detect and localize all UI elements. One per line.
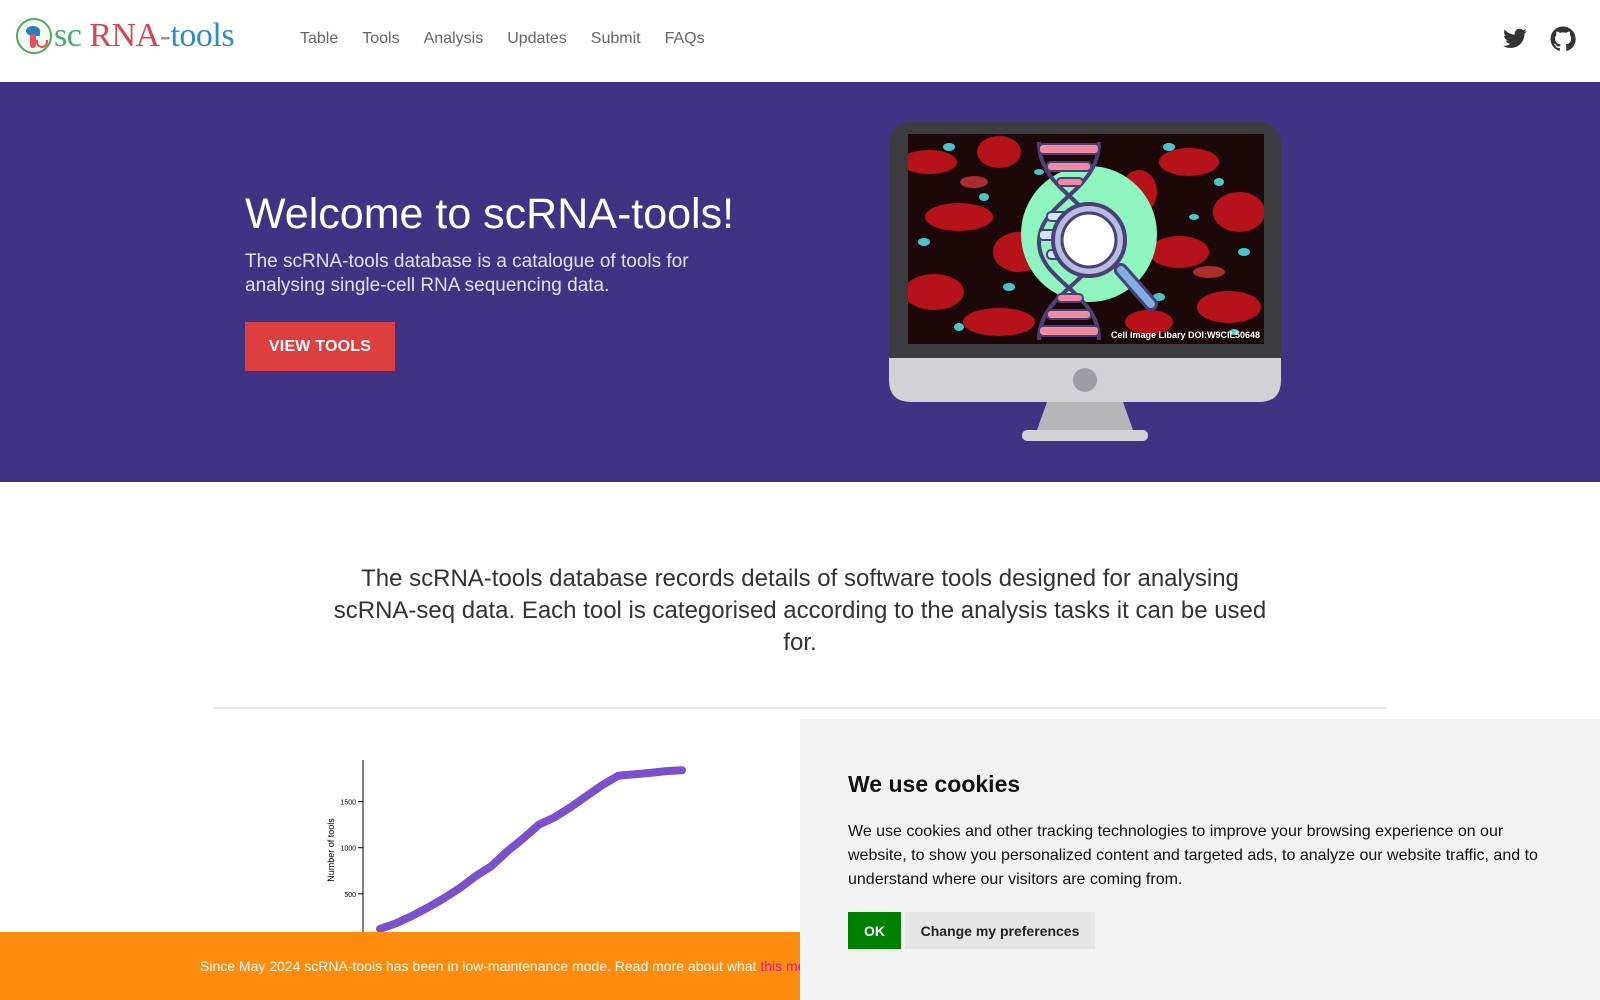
view-tools-button[interactable]: VIEW TOOLS (245, 322, 395, 371)
brand-name: sc RNA-tools (54, 17, 235, 54)
github-icon[interactable] (1550, 26, 1576, 52)
monitor-illustration: Cell Image Libary DOI:W9CIL50648 (889, 122, 1281, 441)
cookie-consent-panel: We use cookies We use cookies and other … (800, 719, 1600, 1000)
y-tick-label-1000: 1000 (340, 846, 356, 853)
nav-item-updates[interactable]: Updates (507, 30, 567, 48)
y-tick-label-500: 500 (344, 892, 356, 899)
twitter-icon[interactable] (1502, 26, 1528, 52)
cookie-title: We use cookies (848, 771, 1021, 797)
banner-link[interactable]: this me (760, 958, 805, 974)
nav-item-tools[interactable]: Tools (362, 30, 399, 48)
navbar: sc RNA-tools Table Tools Analysis Update… (0, 0, 1600, 82)
banner-message: Since May 2024 scRNA-tools has been in l… (200, 958, 761, 974)
scrna-logo-icon (16, 18, 52, 54)
nav-item-analysis[interactable]: Analysis (424, 30, 484, 48)
brand-dash: - (159, 17, 171, 54)
hero-section: Welcome to scRNA-tools! The scRNA-tools … (0, 82, 1600, 482)
nav-item-submit[interactable]: Submit (591, 30, 641, 48)
brand-tools: tools (170, 17, 235, 54)
social-links (1502, 26, 1576, 52)
section-divider (214, 707, 1386, 709)
intro-text: The scRNA-tools database records details… (333, 565, 1267, 656)
nav-menu: Table Tools Analysis Updates Submit FAQs (288, 30, 717, 48)
banner-text: Since May 2024 scRNA-tools has been in l… (200, 958, 805, 974)
cookie-preferences-button[interactable]: Change my preferences (905, 912, 1095, 949)
series-line (376, 766, 686, 933)
nav-item-faqs[interactable]: FAQs (665, 30, 705, 48)
brand-rna: RNA (81, 17, 160, 54)
y-tick-label-1500: 1500 (340, 800, 356, 807)
brand-logo-link[interactable]: sc RNA-tools (16, 17, 235, 54)
hero-title: Welcome to scRNA-tools! (245, 190, 735, 238)
nav-item-table[interactable]: Table (300, 30, 338, 48)
y-axis-label: Number of tools (326, 818, 336, 882)
cookie-ok-button[interactable]: OK (848, 912, 901, 949)
image-caption: Cell Image Libary DOI:W9CIL50648 (1111, 330, 1260, 340)
tools-over-time-chart: Number of tools 500 1000 1500 (326, 760, 686, 940)
cookie-text: We use cookies and other tracking techno… (848, 823, 1538, 888)
brand-sc: sc (54, 17, 82, 54)
hero-subtitle: The scRNA-tools database is a catalogue … (245, 251, 689, 296)
